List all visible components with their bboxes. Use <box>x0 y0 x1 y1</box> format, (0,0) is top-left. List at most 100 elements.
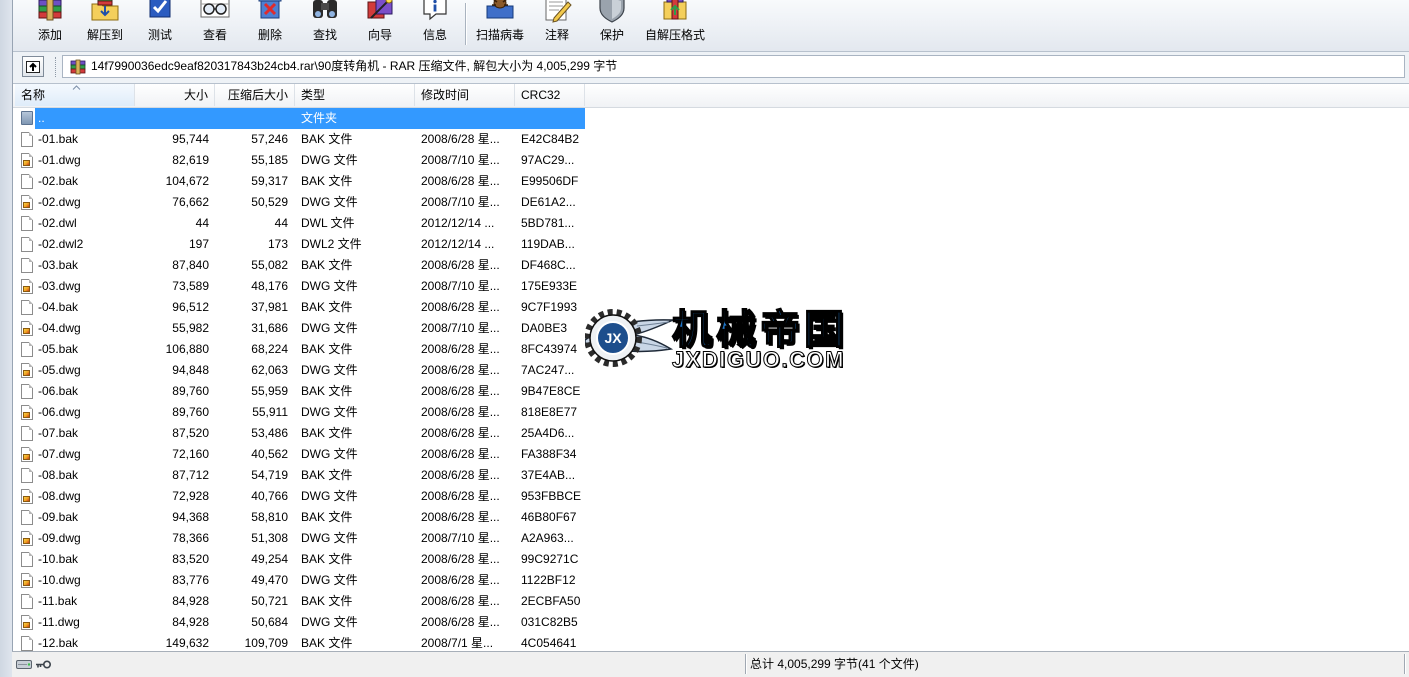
modified-time: 2008/6/28 星... <box>421 363 500 377</box>
file-type: 文件夹 <box>301 111 338 125</box>
add-button[interactable]: 添加 <box>22 0 78 50</box>
bak-file-icon <box>21 594 33 609</box>
extract-to-button[interactable]: 解压到 <box>77 0 133 50</box>
dwg-file-icon <box>21 363 33 378</box>
crc32: 1122BF12 <box>521 573 576 587</box>
info-button[interactable]: 信息 <box>407 0 463 50</box>
file-name: -03.dwg <box>38 279 81 293</box>
crc32: 818E8E77 <box>521 405 578 419</box>
file-type: BAK 文件 <box>301 510 353 524</box>
file-row[interactable]: -03.dwg 73,589 48,176 DWG 文件 2008/7/10 星... 1… <box>13 276 1409 297</box>
info-button-label: 信息 <box>422 28 447 42</box>
file-row[interactable]: -08.dwg 72,928 40,766 DWG 文件 2008/6/28 星... 9… <box>13 486 1409 507</box>
file-row[interactable]: -11.dwg 84,928 50,684 DWG 文件 2008/6/28 星... 0… <box>13 612 1409 633</box>
column-header-crc32[interactable]: CRC32 <box>515 84 585 106</box>
modified-time: 2008/6/28 星... <box>421 405 500 419</box>
packed-size <box>215 108 288 129</box>
file-size: 83,520 <box>172 552 209 566</box>
file-size: 149,632 <box>165 636 209 650</box>
view-button[interactable]: 查看 <box>187 0 243 50</box>
crc32: DA0BE3 <box>521 321 568 335</box>
file-size: 96,512 <box>172 300 209 314</box>
modified-time: 2008/7/10 星... <box>421 279 500 293</box>
modified-time: 2008/7/10 星... <box>421 195 500 209</box>
find-binoculars-icon <box>308 0 342 26</box>
crc32: 9B47E8CE <box>521 384 581 398</box>
file-type: DWG 文件 <box>301 405 358 419</box>
column-header-size-label: 大小 <box>183 88 208 102</box>
file-row[interactable]: -10.dwg 83,776 49,470 DWG 文件 2008/6/28 星... 1… <box>13 570 1409 591</box>
up-one-level-icon <box>26 61 40 73</box>
bak-file-icon <box>21 468 33 483</box>
protect-button[interactable]: 保护 <box>584 0 640 50</box>
file-row[interactable]: -07.dwg 72,160 40,562 DWG 文件 2008/6/28 星... F… <box>13 444 1409 465</box>
file-row[interactable]: -06.bak 89,760 55,959 BAK 文件 2008/6/28 星... 9… <box>13 381 1409 402</box>
file-row[interactable]: -02.dwg 76,662 50,529 DWG 文件 2008/7/10 星... D… <box>13 192 1409 213</box>
find-button[interactable]: 查找 <box>297 0 353 50</box>
add-archive-icon <box>33 0 67 26</box>
file-name: -11.dwg <box>38 615 80 629</box>
dwg-file-icon <box>21 573 33 588</box>
file-size: 104,672 <box>165 174 209 188</box>
file-row[interactable]: -01.bak 95,744 57,246 BAK 文件 2008/6/28 星... E… <box>13 129 1409 150</box>
bak-file-icon <box>21 300 33 315</box>
file-name: -01.bak <box>38 132 79 146</box>
packed-size: 58,810 <box>251 510 288 524</box>
drive-icon[interactable] <box>16 659 32 670</box>
file-type: BAK 文件 <box>301 342 353 356</box>
packed-size: 62,063 <box>251 363 288 377</box>
column-header-name[interactable]: 名称 <box>15 84 135 106</box>
key-icon[interactable] <box>35 659 51 670</box>
file-row[interactable]: -12.bak 149,632 109,709 BAK 文件 2008/7/1 星...… <box>13 633 1409 651</box>
virus-scan-button[interactable]: 扫描病毒 <box>472 0 528 50</box>
status-divider <box>745 654 747 674</box>
file-row[interactable]: .. 文件夹 <box>13 108 1409 129</box>
file-row[interactable]: -09.dwg 78,366 51,308 DWG 文件 2008/7/10 星... A… <box>13 528 1409 549</box>
file-row[interactable]: -09.bak 94,368 58,810 BAK 文件 2008/6/28 星... 4… <box>13 507 1409 528</box>
file-type: BAK 文件 <box>301 594 353 608</box>
comment-button[interactable]: 注释 <box>529 0 585 50</box>
up-one-level-button[interactable] <box>22 56 44 77</box>
file-name: -01.dwg <box>38 153 81 167</box>
file-name: -09.dwg <box>38 531 81 545</box>
file-row[interactable]: -08.bak 87,712 54,719 BAK 文件 2008/6/28 星... 3… <box>13 465 1409 486</box>
crc32: 25A4D6... <box>521 426 575 440</box>
file-row[interactable]: -06.dwg 89,760 55,911 DWG 文件 2008/6/28 星... 8… <box>13 402 1409 423</box>
column-header-modified[interactable]: 修改时间 <box>415 84 515 106</box>
file-row[interactable]: -03.bak 87,840 55,082 BAK 文件 2008/6/28 星... D… <box>13 255 1409 276</box>
file-type: DWG 文件 <box>301 489 358 503</box>
column-header-type[interactable]: 类型 <box>295 84 415 106</box>
toolbar: 添加 解压到 测试 查看 删除 查找 向导 信息 扫描病毒 注释 保护 自解压格… <box>13 0 1409 52</box>
file-size: 72,160 <box>172 447 209 461</box>
address-path-text: 14f7990036edc9eaf820317843b24cb4.rar\90度… <box>91 59 618 73</box>
file-name: -08.bak <box>38 468 79 482</box>
file-name: -05.bak <box>38 342 79 356</box>
test-button[interactable]: 测试 <box>132 0 188 50</box>
address-path-field[interactable]: 14f7990036edc9eaf820317843b24cb4.rar\90度… <box>62 55 1405 78</box>
status-divider <box>1404 654 1406 674</box>
packed-size: 109,709 <box>244 636 288 650</box>
delete-button[interactable]: 删除 <box>242 0 298 50</box>
file-row[interactable]: -02.dwl2 197 173 DWL2 文件 2012/12/14 ... 119DA… <box>13 234 1409 255</box>
sfx-icon <box>658 0 692 26</box>
file-size: 82,619 <box>172 153 209 167</box>
file-row[interactable]: -10.bak 83,520 49,254 BAK 文件 2008/6/28 星... 9… <box>13 549 1409 570</box>
file-row[interactable]: -11.bak 84,928 50,721 BAK 文件 2008/6/28 星... 2… <box>13 591 1409 612</box>
modified-time <box>421 108 513 129</box>
file-name: -07.bak <box>38 426 79 440</box>
file-row[interactable]: -02.dwl 44 44 DWL 文件 2012/12/14 ... 5BD781... <box>13 213 1409 234</box>
dwl-file-icon <box>21 237 33 252</box>
packed-size: 50,721 <box>251 594 288 608</box>
crc32: 99C9271C <box>521 552 579 566</box>
sfx-button[interactable]: 自解压格式 <box>640 0 710 50</box>
file-size: 76,662 <box>172 195 209 209</box>
file-row[interactable]: -01.dwg 82,619 55,185 DWG 文件 2008/7/10 星... 9… <box>13 150 1409 171</box>
column-header-packed-size-label: 压缩后大小 <box>227 88 288 102</box>
window-left-border <box>0 0 13 677</box>
wizard-button[interactable]: 向导 <box>352 0 408 50</box>
file-name: .. <box>38 111 45 125</box>
file-row[interactable]: -07.bak 87,520 53,486 BAK 文件 2008/6/28 星... 2… <box>13 423 1409 444</box>
column-header-size[interactable]: 大小 <box>135 84 215 106</box>
column-header-packed-size[interactable]: 压缩后大小 <box>215 84 295 106</box>
file-row[interactable]: -02.bak 104,672 59,317 BAK 文件 2008/6/28 星...… <box>13 171 1409 192</box>
